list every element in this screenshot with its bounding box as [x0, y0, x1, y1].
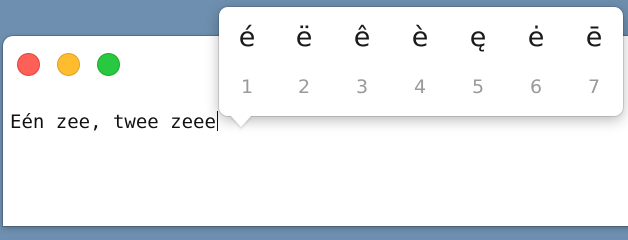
minimize-window-button[interactable] — [57, 53, 80, 76]
accent-option-e-circumflex[interactable]: ê 3 — [333, 7, 391, 116]
popover-arrow — [230, 115, 252, 127]
accent-option-e-acute[interactable]: é 1 — [219, 7, 275, 116]
accent-char: ė — [527, 22, 545, 53]
accent-shortcut-number: 7 — [587, 76, 601, 98]
accent-char: ę — [469, 22, 487, 53]
accent-char: ê — [353, 22, 371, 53]
text-caret — [216, 111, 218, 131]
accent-options: é 1 ë 2 ê 3 è 4 ę 5 ė 6 ē 7 — [219, 7, 623, 116]
accent-shortcut-number: 3 — [355, 76, 369, 98]
accent-shortcut-number: 1 — [240, 76, 254, 98]
accent-shortcut-number: 4 — [413, 76, 427, 98]
accent-option-e-dot-above[interactable]: ė 6 — [507, 7, 565, 116]
accent-shortcut-number: 2 — [297, 76, 311, 98]
accent-char: è — [411, 22, 429, 53]
accent-shortcut-number: 5 — [471, 76, 485, 98]
editor-text: Eén zee, twee zeee — [10, 111, 216, 133]
accent-option-e-ogonek[interactable]: ę 5 — [449, 7, 507, 116]
zoom-window-button[interactable] — [97, 53, 120, 76]
accent-option-e-diaeresis[interactable]: ë 2 — [275, 7, 333, 116]
close-window-button[interactable] — [17, 53, 40, 76]
accent-char: é — [238, 22, 256, 53]
accent-shortcut-number: 6 — [529, 76, 543, 98]
accent-char: ē — [585, 22, 603, 53]
accent-popover: é 1 ë 2 ê 3 è 4 ę 5 ė 6 ē 7 — [219, 7, 623, 127]
accent-option-e-grave[interactable]: è 4 — [391, 7, 449, 116]
accent-char: ë — [295, 22, 313, 53]
text-editor[interactable]: Eén zee, twee zeee — [10, 110, 218, 134]
accent-option-e-macron[interactable]: ē 7 — [565, 7, 623, 116]
